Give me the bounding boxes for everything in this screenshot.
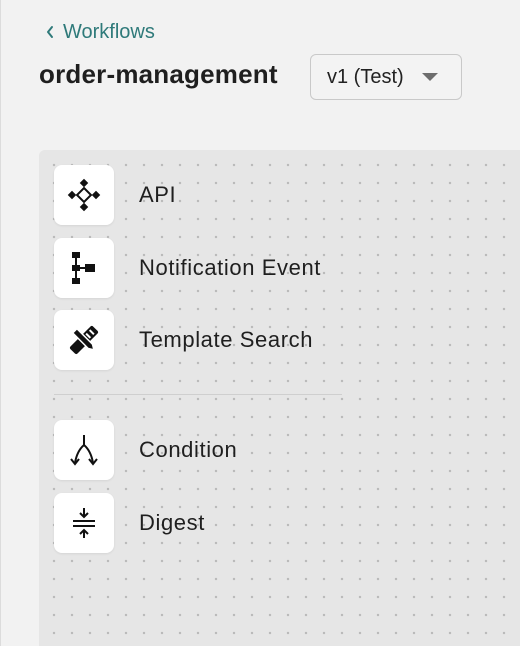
condition-icon (54, 420, 114, 480)
notification-event-icon (54, 238, 114, 298)
palette-item-label: Condition (139, 437, 238, 462)
digest-icon (54, 493, 114, 553)
palette-item-label: Template Search (139, 327, 314, 352)
version-select-value: v1 (Test) (327, 65, 404, 88)
workflow-editor-page: Workflows order-management v1 (Test) API (0, 0, 520, 646)
palette-item-notification-event[interactable]: Notification Event (54, 238, 321, 298)
workflow-title: order-management (39, 59, 278, 89)
palette-item-digest[interactable]: Digest (54, 493, 205, 553)
back-link-label: Workflows (63, 21, 155, 43)
chevron-left-icon (45, 24, 55, 40)
back-to-workflows-link[interactable]: Workflows (45, 19, 155, 45)
api-icon (54, 165, 114, 225)
version-select[interactable]: v1 (Test) (310, 54, 462, 100)
caret-down-icon (421, 73, 438, 81)
palette-item-condition[interactable]: Condition (54, 420, 237, 480)
palette-divider (54, 394, 342, 395)
palette-item-label: Digest (139, 510, 205, 535)
palette-item-template-search[interactable]: Template Search (54, 310, 313, 370)
palette-item-label: Notification Event (139, 255, 321, 280)
workflow-canvas[interactable]: API Notification Event Template Search C… (39, 150, 520, 646)
template-search-icon (54, 310, 114, 370)
palette-item-api[interactable]: API (54, 165, 176, 225)
palette-item-label: API (139, 182, 177, 207)
